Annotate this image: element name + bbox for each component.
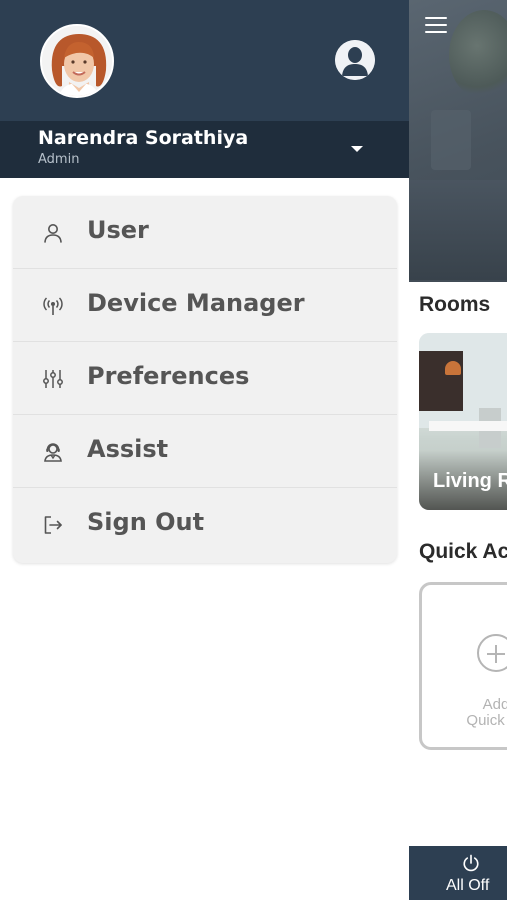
menu-item-assist[interactable]: Assist <box>13 415 397 488</box>
add-quick-action-card[interactable]: Add Quick Ac <box>419 582 507 750</box>
wall-art <box>419 351 463 411</box>
user-icon <box>44 224 62 243</box>
app-screen: Rooms Living R Quick Ac Add Quick Ac All… <box>0 0 507 900</box>
avatar-photo <box>42 26 112 96</box>
add-quick-action-label: Add Quick Ac <box>466 696 507 729</box>
user-name: Narendra Sorathiya <box>38 127 249 149</box>
home-hero-image <box>409 0 507 282</box>
menu-item-label: Sign Out <box>87 508 205 536</box>
drawer-header <box>0 0 409 121</box>
plus-circle-icon <box>477 634 507 672</box>
room-card-living-room[interactable]: Living R <box>419 333 507 510</box>
navigation-drawer: Narendra Sorathiya Admin User Device Man… <box>0 0 409 900</box>
chevron-down-icon[interactable] <box>351 146 363 152</box>
hamburger-menu-icon[interactable] <box>425 17 447 35</box>
sign-out-icon <box>44 516 62 534</box>
menu-item-user[interactable]: User <box>13 196 397 269</box>
menu-item-label: User <box>87 216 149 244</box>
menu-item-label: Assist <box>87 435 169 463</box>
quick-actions-heading: Quick Ac <box>419 540 507 563</box>
menu-item-label: Device Manager <box>87 289 305 317</box>
power-icon <box>463 854 479 872</box>
menu-item-preferences[interactable]: Preferences <box>13 342 397 415</box>
sliders-icon <box>43 370 63 388</box>
rooms-heading: Rooms <box>419 293 491 316</box>
switch-user-icon[interactable] <box>335 40 375 80</box>
pendant-lamp <box>445 361 461 375</box>
all-off-label: All Off <box>446 877 490 894</box>
support-agent-icon <box>44 443 62 462</box>
menu-item-label: Preferences <box>87 362 250 390</box>
drawer-menu: User Device Manager Preferences Assist S… <box>13 196 397 563</box>
all-off-button[interactable]: All Off <box>409 846 507 900</box>
plant-decor <box>449 10 507 100</box>
menu-item-sign-out[interactable]: Sign Out <box>13 488 397 562</box>
home-screen: Rooms Living R Quick Ac Add Quick Ac All… <box>409 0 507 900</box>
lamp-decor <box>431 110 471 170</box>
dining-table <box>429 421 507 431</box>
antenna-icon <box>43 297 63 315</box>
sofa-decor <box>409 180 507 280</box>
avatar[interactable] <box>40 24 114 98</box>
room-card-label: Living R <box>433 470 507 492</box>
menu-item-device-manager[interactable]: Device Manager <box>13 269 397 342</box>
user-role: Admin <box>38 152 80 167</box>
